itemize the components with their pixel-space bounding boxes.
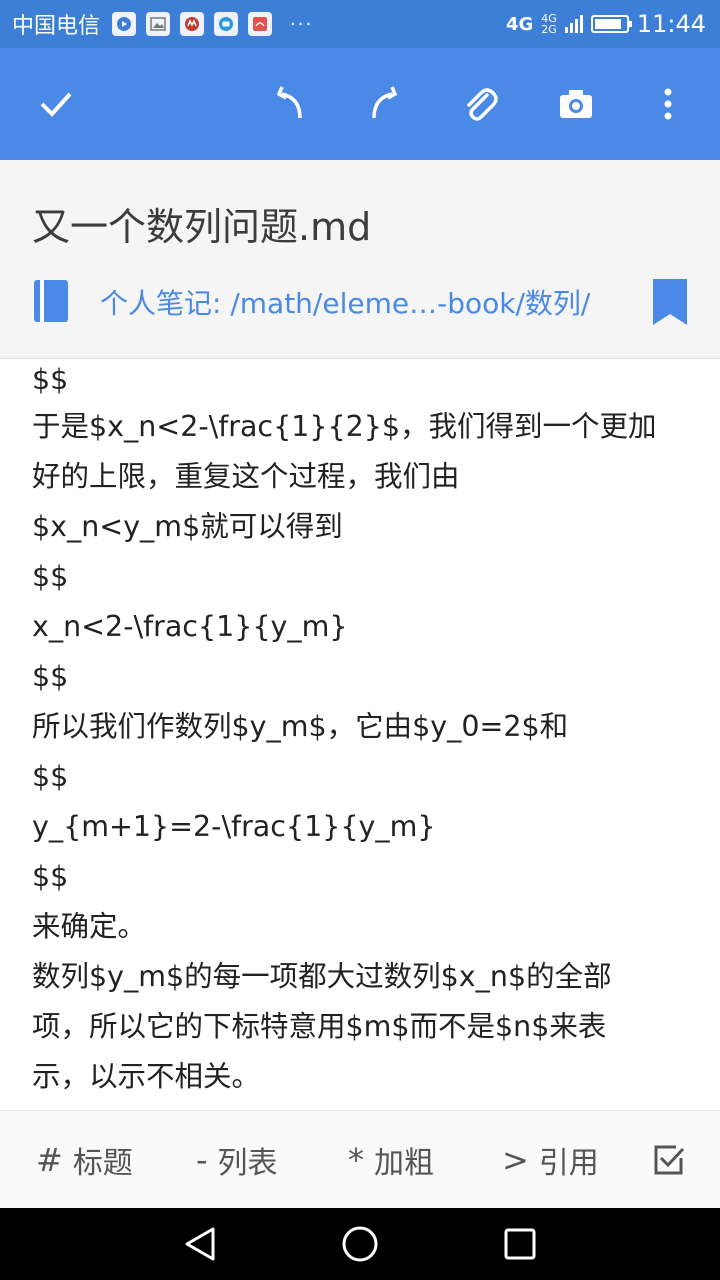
content-line: x_n<2-\frac{1}{y_m}: [32, 610, 348, 643]
battery-icon: [590, 15, 632, 33]
bookmark-icon[interactable]: [652, 278, 688, 326]
more-notifications: ···: [290, 13, 314, 35]
content-line: 所以我们作数列$y_m$，它由$y_0=2$和: [32, 710, 569, 743]
format-bar: # 标题 - 列表 * 加粗 > 引用: [0, 1110, 720, 1209]
hash-icon: #: [36, 1141, 63, 1179]
content-line: y_{m+1}=2-\frac{1}{y_m}: [32, 810, 436, 843]
note-header: 又一个数列问题.md 个人笔记: /math/eleme…-book/数列/: [0, 160, 720, 359]
content-line: $$: [32, 560, 69, 593]
content-line: 好的上限，重复这个过程，我们由: [32, 460, 460, 493]
camera-icon: [560, 90, 592, 118]
notebook-path[interactable]: 个人笔记: /math/eleme…-book/数列/: [100, 282, 590, 322]
checkbox-icon: [654, 1145, 685, 1175]
save-button[interactable]: [28, 76, 84, 132]
bold-label: 加粗: [374, 1146, 434, 1181]
dash-icon: -: [196, 1141, 208, 1179]
note-title[interactable]: 又一个数列问题.md: [32, 196, 371, 251]
network-secondary-bottom: 2G: [541, 23, 557, 36]
bold-button[interactable]: * 加粗: [348, 1111, 434, 1209]
redo-button[interactable]: [356, 76, 412, 132]
undo-button[interactable]: [262, 76, 318, 132]
clock: 11:44: [636, 10, 706, 38]
notification-icons: ···: [112, 12, 313, 36]
editor-toolbar: [0, 48, 720, 160]
content-line: $$: [32, 860, 69, 893]
undo-icon: [276, 86, 302, 119]
video-app-icon: [112, 12, 137, 36]
content-line: 项，所以它的下标特意用$m$而不是$n$来表: [32, 1010, 607, 1043]
quote-button[interactable]: > 引用: [502, 1111, 599, 1209]
notebook-path-row[interactable]: 个人笔记: /math/eleme…-book/数列/: [0, 272, 720, 334]
content-line: 示，以示不相关。: [32, 1060, 261, 1093]
editor-content[interactable]: $$ 于是$x_n<2-\frac{1}{2}$，我们得到一个更加 好的上限，重…: [32, 358, 692, 1110]
attach-icon: [467, 88, 498, 121]
quote-icon: >: [502, 1141, 529, 1179]
attach-button[interactable]: [452, 76, 508, 132]
list-button[interactable]: - 列表: [196, 1111, 278, 1209]
quote-label: 引用: [538, 1146, 599, 1181]
more-options-button[interactable]: [640, 76, 696, 132]
content-line: 于是$x_n<2-\frac{1}{2}$，我们得到一个更加: [32, 410, 657, 443]
checkbox-button[interactable]: [652, 1111, 686, 1209]
status-bar: 中国电信 ··· 4G 4G 2G 11:44: [0, 0, 720, 48]
network-type-label: 4G: [505, 13, 534, 35]
home-icon[interactable]: [341, 1225, 379, 1263]
check-icon: [40, 92, 72, 117]
recents-icon[interactable]: [503, 1227, 537, 1261]
asterisk-icon: *: [348, 1141, 364, 1179]
content-line: $$: [32, 660, 69, 693]
network-secondary: 4G 2G: [541, 13, 557, 35]
content-line: 数列$y_m$的每一项都大过数列$x_n$的全部: [32, 960, 612, 993]
content-line: 来确定。: [32, 910, 147, 943]
heading-label: 标题: [72, 1146, 133, 1181]
signal-icon: [564, 15, 583, 33]
weather-icon: [248, 12, 273, 36]
heading-button[interactable]: # 标题: [36, 1111, 133, 1209]
camera-button[interactable]: [548, 76, 604, 132]
app-icon: [180, 12, 205, 36]
carrier-label: 中国电信: [12, 14, 101, 39]
gallery-icon: [146, 12, 171, 36]
system-nav-bar: [0, 1208, 720, 1280]
content-line: $$: [32, 363, 69, 396]
more-vert-icon: [664, 88, 672, 120]
back-icon[interactable]: [182, 1226, 218, 1262]
notebook-icon: [34, 280, 68, 322]
list-label: 列表: [217, 1146, 278, 1181]
content-line: $$: [32, 760, 69, 793]
message-icon: [214, 12, 239, 36]
content-line: $x_n<y_m$就可以得到: [32, 510, 343, 543]
redo-icon: [372, 86, 398, 119]
